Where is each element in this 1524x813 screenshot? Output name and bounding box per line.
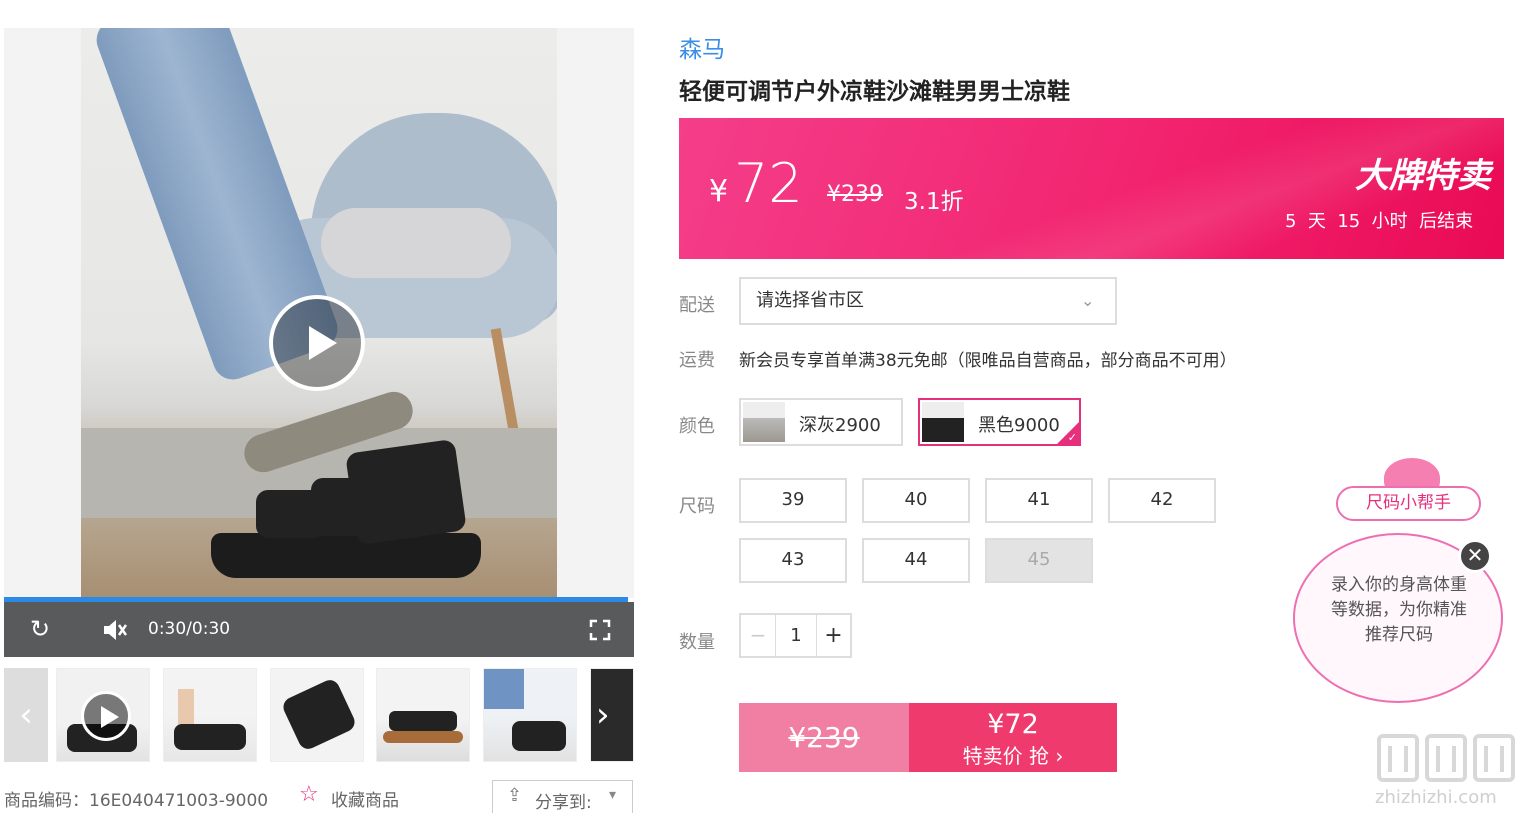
video-controls: ↻ 0:30/0:30: [4, 602, 634, 657]
sandal-sole-shape: [211, 533, 481, 578]
caret-down-icon: ▾: [609, 787, 617, 803]
size-option[interactable]: 41: [985, 478, 1093, 523]
brand-link[interactable]: 森马: [679, 30, 725, 64]
buy-action: ¥72 特卖价 抢 ›: [909, 703, 1117, 772]
play-icon: [81, 691, 131, 741]
product-title: 轻便可调节户外凉鞋沙滩鞋男男士凉鞋: [679, 79, 1070, 105]
region-select[interactable]: 请选择省市区 ⌄: [739, 277, 1117, 325]
color-option[interactable]: 深灰2900: [739, 398, 903, 446]
discount-rate: 3.1折: [904, 189, 964, 215]
sandal-shape: [174, 724, 246, 750]
play-button[interactable]: [269, 295, 365, 391]
currency-symbol: ¥: [709, 174, 729, 209]
check-icon: ✓: [1067, 431, 1077, 444]
buy-original-price: ¥239: [739, 703, 909, 772]
color-label: 颜色: [679, 416, 715, 437]
promo-price: 72: [734, 152, 803, 215]
share-icon: ⇪: [507, 785, 523, 806]
size-helper-tag[interactable]: 尺码小帮手: [1336, 486, 1481, 521]
product-code: 商品编码：16E040471003-9000: [4, 791, 269, 811]
close-icon[interactable]: ✕: [1458, 539, 1492, 573]
size-option[interactable]: 40: [862, 478, 970, 523]
watermark-url: zhizhizhi.com: [1375, 787, 1497, 808]
mute-icon[interactable]: [96, 602, 132, 657]
size-option[interactable]: 44: [862, 538, 970, 583]
shipping-info: 新会员专享首单满38元免邮（限唯品自营商品，部分商品不可用）: [739, 351, 1237, 371]
share-dropdown[interactable]: ⇪ 分享到: ▾: [492, 780, 633, 813]
sale-countdown: 5 天 15 小时 后结束: [1285, 211, 1474, 232]
thumbnail-image[interactable]: [163, 668, 257, 762]
quantity-input[interactable]: 1: [776, 615, 816, 656]
color-swatch-image: [743, 402, 785, 442]
color-option-selected[interactable]: 黑色9000 ✓: [918, 398, 1081, 446]
favorite-link[interactable]: 收藏商品: [331, 786, 399, 811]
leg-shape: [178, 689, 194, 729]
share-label: 分享到:: [535, 793, 592, 813]
delivery-label: 配送: [679, 295, 715, 316]
quantity-increase-button[interactable]: +: [816, 615, 850, 656]
size-option-disabled: 45: [985, 538, 1093, 583]
thumbnail-image[interactable]: [376, 668, 470, 762]
size-helper-message: 录入你的身高体重等数据，为你精准推荐尺码: [1331, 575, 1467, 645]
star-icon[interactable]: ☆: [299, 782, 319, 807]
thumbnail-prev-button[interactable]: ‹: [4, 668, 48, 762]
fullscreen-icon[interactable]: [582, 602, 618, 657]
thumbnail-image[interactable]: [483, 668, 577, 762]
jeans-shape: [484, 669, 524, 709]
quantity-label: 数量: [679, 632, 715, 653]
size-option[interactable]: 39: [739, 478, 847, 523]
thumbnail-image[interactable]: [270, 668, 364, 762]
buy-button[interactable]: ¥239 ¥72 特卖价 抢 ›: [739, 703, 1117, 772]
size-label: 尺码: [679, 496, 715, 517]
size-option[interactable]: 42: [1108, 478, 1216, 523]
promo-banner: ¥ 72 ¥239 3.1折 大牌特卖 5 天 15 小时 后结束: [679, 118, 1504, 259]
chevron-down-icon: ⌄: [1081, 291, 1095, 310]
region-select-value: 请选择省市区: [756, 290, 864, 311]
sandal-shape: [389, 711, 457, 731]
quantity-decrease-button[interactable]: −: [741, 615, 776, 656]
color-option-label: 黑色9000: [978, 415, 1060, 436]
thumbnail-next-icon[interactable]: ›: [596, 692, 610, 738]
color-option-label: 深灰2900: [799, 415, 881, 436]
shipping-label: 运费: [679, 350, 715, 371]
pillow-shape: [321, 208, 511, 278]
flash-sale-badge: 大牌特卖: [1355, 156, 1491, 196]
sandal-shape: [512, 721, 566, 751]
size-option[interactable]: 43: [739, 538, 847, 583]
replay-icon[interactable]: ↻: [22, 602, 58, 657]
original-price: ¥239: [827, 182, 883, 207]
video-time: 0:30/0:30: [148, 619, 231, 639]
play-triangle: [101, 706, 119, 728]
quantity-stepper: − 1 +: [739, 613, 852, 658]
buy-price: ¥72: [987, 709, 1039, 740]
sandal-strap-shape: [345, 438, 467, 546]
skateboard-shape: [383, 731, 463, 743]
buy-label: 特卖价 抢 ›: [962, 744, 1064, 768]
thumbnail-video[interactable]: [56, 668, 150, 762]
sandal-shape: [280, 676, 358, 753]
color-swatch-image: [922, 402, 964, 442]
